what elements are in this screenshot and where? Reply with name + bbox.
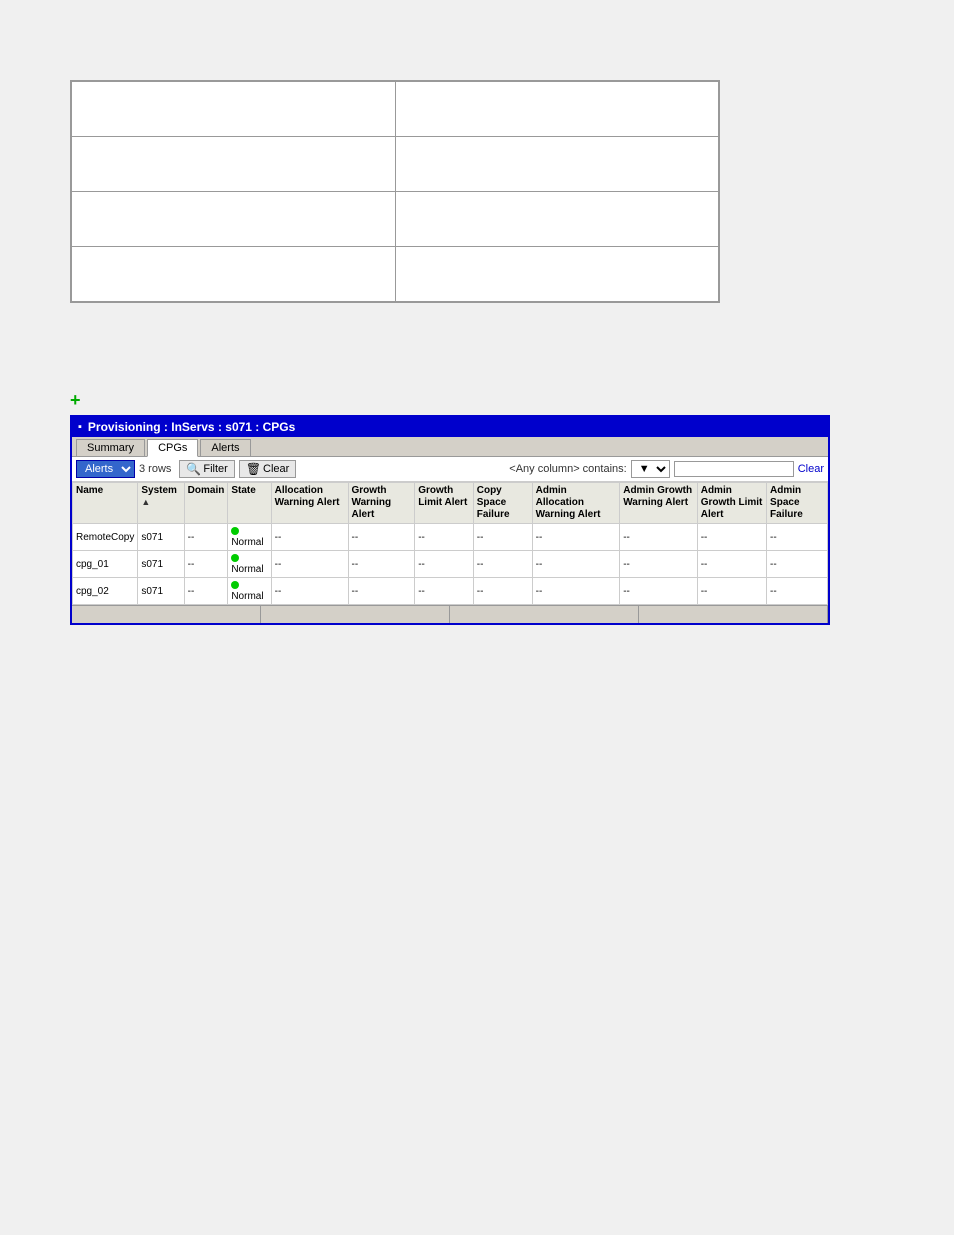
title-bar: ▪ Provisioning : InServs : s071 : CPGs [72,417,828,437]
panel-title: Provisioning : InServs : s071 : CPGs [88,420,295,434]
col-header-domain: Domain [184,483,228,524]
filter-type-dropdown[interactable]: ▼ [631,460,670,478]
clear-icon: 🗑 [246,462,261,476]
clear-toolbar-button[interactable]: 🗑 Clear [239,460,297,478]
status-cell-2 [261,606,450,623]
row-count: 3 rows [139,463,171,475]
add-icon[interactable]: + [70,390,81,411]
top-grid [70,80,720,303]
view-dropdown[interactable]: Alerts [76,460,135,478]
col-header-name: Name [73,483,138,524]
col-header-system[interactable]: System ▲ [138,483,184,524]
status-dot-icon [231,581,239,589]
tab-summary[interactable]: Summary [76,439,145,456]
grid-cell-r2c0 [72,192,396,247]
col-header-admin-growth-limit: Admin Growth Limit Alert [697,483,766,524]
grid-cell-r1c1 [395,137,719,192]
col-header-admin-alloc: Admin Allocation Warning Alert [532,483,620,524]
grid-cell-r0c1 [395,82,719,137]
tab-alerts[interactable]: Alerts [200,439,250,456]
col-header-admin-growth: Admin Growth Warning Alert [620,483,698,524]
sort-arrow: ▲ [141,497,150,507]
filter-icon: 🔍 [186,462,201,476]
clear-label: Clear [263,463,289,475]
filter-description: <Any column> contains: [509,463,626,475]
panel-icon: ▪ [78,421,82,433]
col-header-growth-limit: Growth Limit Alert [415,483,474,524]
status-cell-4 [639,606,828,623]
col-header-copy-space: Copy Space Failure [473,483,532,524]
status-cell-3 [450,606,639,623]
col-header-alloc-warn: Allocation Warning Alert [271,483,348,524]
status-cell-1 [72,606,261,623]
filter-label: Filter [203,463,227,475]
grid-cell-r2c1 [395,192,719,247]
col-header-state: State [228,483,271,524]
table-row[interactable]: cpg_01s071-- Normal---------------- [73,551,828,578]
table-row[interactable]: cpg_02s071-- Normal---------------- [73,578,828,605]
status-bar [72,605,828,623]
col-header-growth-warn: Growth Warning Alert [348,483,415,524]
tab-bar: Summary CPGs Alerts [72,437,828,457]
grid-cell-r1c0 [72,137,396,192]
table-row[interactable]: RemoteCopys071-- Normal---------------- [73,524,828,551]
grid-cell-r3c1 [395,247,719,302]
filter-button[interactable]: 🔍 Filter [179,460,234,478]
cpg-table: Name System ▲ Domain State Allocation Wa… [72,482,828,605]
toolbar: Alerts 3 rows 🔍 Filter 🗑 Clear <Any colu… [72,457,828,482]
filter-input[interactable] [674,461,794,477]
grid-cell-r3c0 [72,247,396,302]
main-panel: ▪ Provisioning : InServs : s071 : CPGs S… [70,415,830,625]
tab-cpgs[interactable]: CPGs [147,439,198,457]
clear-filter-button[interactable]: Clear [798,463,824,475]
grid-cell-r0c0 [72,82,396,137]
status-dot-icon [231,527,239,535]
status-dot-icon [231,554,239,562]
col-header-admin-space: Admin Space Failure [767,483,828,524]
